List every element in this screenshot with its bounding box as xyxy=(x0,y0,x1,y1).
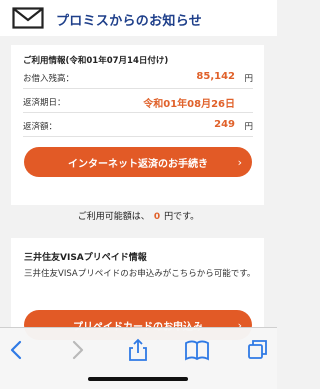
header-bar: プロミスからのお知らせ xyxy=(0,0,277,36)
available-amount: 0 xyxy=(153,212,161,222)
prepaid-title: 三井住友VISAプリペイド情報 xyxy=(24,253,147,263)
page-title: プロミスからのお知らせ xyxy=(56,14,203,29)
due-date-value: 令和01年08月26日 xyxy=(143,99,235,110)
prepaid-description: 三井住友VISAプリペイドのお申込みがこちらから可能です。 xyxy=(24,269,256,279)
mail-icon xyxy=(12,7,44,29)
available-prefix: ご利用可能額は、 xyxy=(77,212,150,222)
payment-amount-label: 返済額： xyxy=(23,122,58,132)
bookmarks-icon[interactable] xyxy=(183,338,211,362)
balance-unit: 円 xyxy=(244,74,253,84)
due-date-label: 返済期日： xyxy=(23,98,66,108)
chevron-right-icon: › xyxy=(237,156,242,169)
forward-icon[interactable] xyxy=(63,338,91,362)
payment-amount-unit: 円 xyxy=(244,122,253,132)
available-amount-text: ご利用可能額は、 0 円です。 xyxy=(0,209,277,222)
share-icon[interactable] xyxy=(124,338,152,362)
balance-row: お借入残高： 85,142 円 xyxy=(23,68,253,89)
internet-payment-button[interactable]: インターネット返済のお手続き › xyxy=(24,147,252,177)
tabs-icon[interactable] xyxy=(244,338,272,362)
balance-label: お借入残高： xyxy=(23,74,75,84)
payment-amount-value: 249 xyxy=(214,119,235,130)
available-suffix: 円です。 xyxy=(164,212,200,222)
back-icon[interactable] xyxy=(3,338,31,362)
usage-info-heading: ご利用情報(令和01年07月14日付け) xyxy=(23,56,169,66)
internet-payment-button-label: インターネット返済のお手続き xyxy=(68,159,208,170)
usage-info-card: ご利用情報(令和01年07月14日付け) お借入残高： 85,142 円 返済期… xyxy=(11,45,264,205)
payment-amount-row: 返済額： 249 円 xyxy=(23,116,253,137)
home-indicator xyxy=(88,377,188,381)
balance-value: 85,142 xyxy=(196,71,235,82)
due-date-row: 返済期日： 令和01年08月26日 xyxy=(23,92,253,113)
